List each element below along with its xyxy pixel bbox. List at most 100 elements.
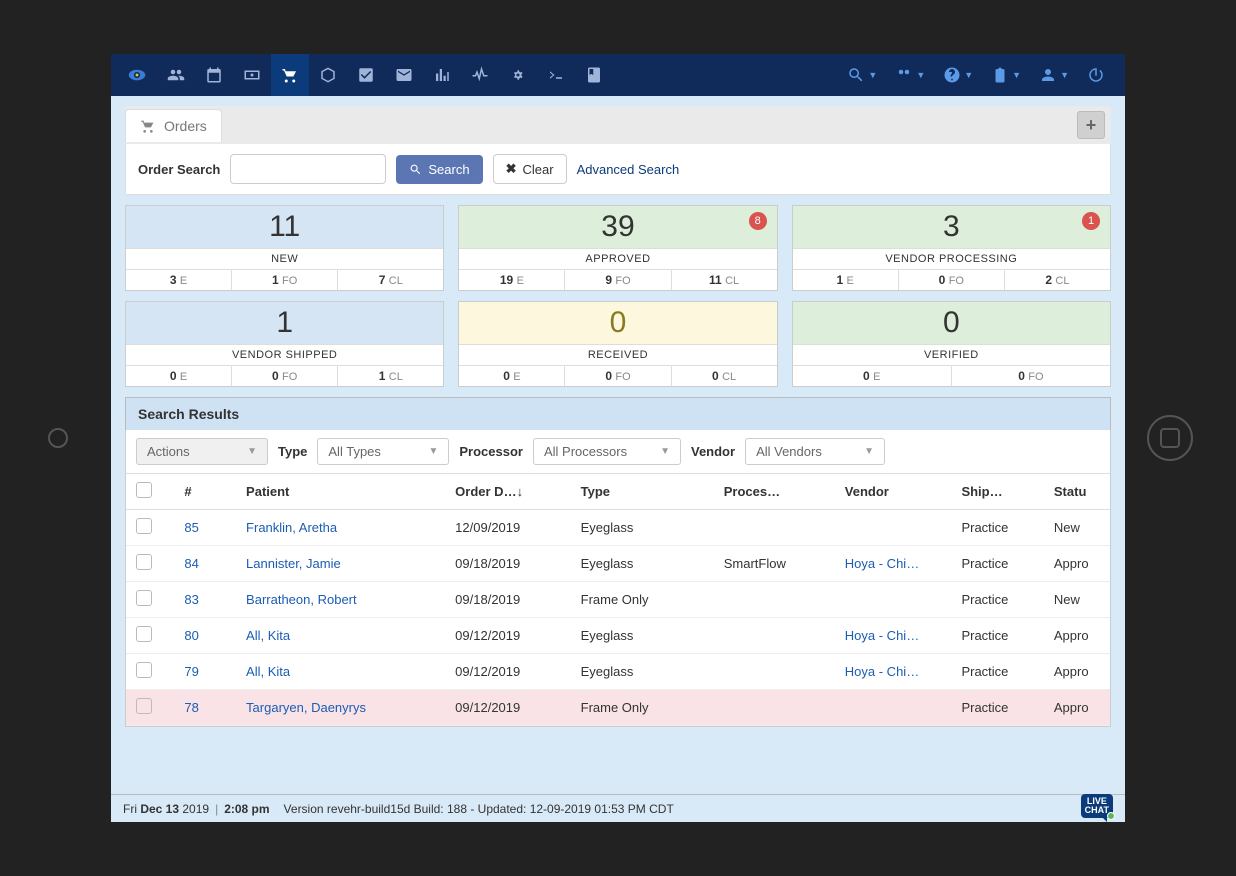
row-checkbox[interactable] <box>136 626 152 642</box>
stat-new[interactable]: 11 NEW 3 E 1 FO 7 CL <box>125 205 444 291</box>
table-row[interactable]: 80All, Kita09/12/2019EyeglassHoya - Chi…… <box>126 618 1110 654</box>
tab-orders[interactable]: Orders <box>125 109 222 142</box>
footer-time: 2:08 pm <box>224 802 269 816</box>
nav-messages-icon[interactable] <box>385 54 423 96</box>
nav-terminal-icon[interactable] <box>537 54 575 96</box>
row-ship: Practice <box>951 690 1043 726</box>
row-checkbox[interactable] <box>136 554 152 570</box>
tabs-row: Orders + <box>125 106 1111 144</box>
row-number[interactable]: 83 <box>174 582 236 618</box>
results-table: # Patient Order D…↓ Type Proces… Vendor … <box>126 474 1110 726</box>
table-row[interactable]: 84Lannister, Jamie09/18/2019EyeglassSmar… <box>126 546 1110 582</box>
tablet-home-button[interactable] <box>1147 415 1193 461</box>
row-number[interactable]: 80 <box>174 618 236 654</box>
row-checkbox[interactable] <box>136 590 152 606</box>
row-type: Eyeglass <box>571 654 714 690</box>
stat-vendor-shipped[interactable]: 1 VENDOR SHIPPED 0 E 0 FO 1 CL <box>125 301 444 387</box>
row-type: Eyeglass <box>571 618 714 654</box>
vendor-dropdown[interactable]: All Vendors▼ <box>745 438 885 465</box>
stat-approved[interactable]: 8 39 APPROVED 19 E 9 FO 11 CL <box>458 205 777 291</box>
tablet-frame: ▼ ▼ ▼ ▼ ▼ Orders + Order Search <box>20 20 1216 856</box>
advanced-search-link[interactable]: Advanced Search <box>577 162 680 177</box>
col-processor[interactable]: Proces… <box>714 474 835 510</box>
stat-vendor-processing[interactable]: 1 3 VENDOR PROCESSING 1 E 0 FO 2 CL <box>792 205 1111 291</box>
close-icon: ✖ <box>506 161 517 177</box>
stat-received[interactable]: 0 RECEIVED 0 E 0 FO 0 CL <box>458 301 777 387</box>
row-patient[interactable]: Lannister, Jamie <box>236 546 445 582</box>
type-dropdown[interactable]: All Types▼ <box>317 438 449 465</box>
row-ship: Practice <box>951 582 1043 618</box>
row-vendor[interactable]: Hoya - Chi… <box>835 654 952 690</box>
row-patient[interactable]: Targaryen, Daenyrys <box>236 690 445 726</box>
col-checkbox[interactable] <box>126 474 174 510</box>
row-patient[interactable]: All, Kita <box>236 618 445 654</box>
topbar-users-icon[interactable]: ▼ <box>889 54 931 96</box>
add-tab-button[interactable]: + <box>1077 111 1105 139</box>
row-status: Appro <box>1044 618 1110 654</box>
cart-icon <box>140 118 156 134</box>
col-type[interactable]: Type <box>571 474 714 510</box>
nav-reports-icon[interactable] <box>423 54 461 96</box>
topbar-clipboard-icon[interactable]: ▼ <box>985 54 1027 96</box>
table-row[interactable]: 83Barratheon, Robert09/18/2019Frame Only… <box>126 582 1110 618</box>
row-number[interactable]: 79 <box>174 654 236 690</box>
row-vendor[interactable]: Hoya - Chi… <box>835 618 952 654</box>
table-row[interactable]: 85Franklin, Aretha12/09/2019EyeglassPrac… <box>126 510 1110 546</box>
row-patient[interactable]: Barratheon, Robert <box>236 582 445 618</box>
topbar-power-icon[interactable] <box>1081 54 1111 96</box>
topbar-user-icon[interactable]: ▼ <box>1033 54 1075 96</box>
tablet-camera <box>48 428 68 448</box>
search-label: Order Search <box>138 162 220 177</box>
col-patient[interactable]: Patient <box>236 474 445 510</box>
col-vendor[interactable]: Vendor <box>835 474 952 510</box>
nav-orders-icon[interactable] <box>271 54 309 96</box>
stats-row-1: 11 NEW 3 E 1 FO 7 CL 8 39 APPROVED 19 E … <box>125 205 1111 291</box>
row-type: Eyeglass <box>571 546 714 582</box>
row-processor <box>714 654 835 690</box>
tab-label: Orders <box>164 118 207 134</box>
row-processor <box>714 510 835 546</box>
nav-docs-icon[interactable] <box>575 54 613 96</box>
nav-settings-icon[interactable] <box>499 54 537 96</box>
table-row[interactable]: 79All, Kita09/12/2019EyeglassHoya - Chi…… <box>126 654 1110 690</box>
nav-calendar-icon[interactable] <box>195 54 233 96</box>
nav-health-icon[interactable] <box>461 54 499 96</box>
row-vendor <box>835 510 952 546</box>
topbar: ▼ ▼ ▼ ▼ ▼ <box>111 54 1125 96</box>
search-button[interactable]: Search <box>396 155 482 184</box>
row-type: Frame Only <box>571 582 714 618</box>
row-number[interactable]: 78 <box>174 690 236 726</box>
col-status[interactable]: Statu <box>1044 474 1110 510</box>
processor-dropdown[interactable]: All Processors▼ <box>533 438 681 465</box>
results-panel: Actions▼ Type All Types▼ Processor All P… <box>125 430 1111 727</box>
topbar-right: ▼ ▼ ▼ ▼ ▼ <box>841 54 1119 96</box>
app-logo[interactable] <box>117 66 157 84</box>
topbar-search-icon[interactable]: ▼ <box>841 54 883 96</box>
stat-verified[interactable]: 0 VERIFIED 0 E 0 FO <box>792 301 1111 387</box>
nav-inventory-icon[interactable] <box>309 54 347 96</box>
row-patient[interactable]: All, Kita <box>236 654 445 690</box>
row-number[interactable]: 84 <box>174 546 236 582</box>
row-checkbox[interactable] <box>136 518 152 534</box>
vendor-badge: 1 <box>1082 212 1100 230</box>
col-ship[interactable]: Ship… <box>951 474 1043 510</box>
row-checkbox[interactable] <box>136 698 152 714</box>
row-date: 09/12/2019 <box>445 690 570 726</box>
main-nav <box>157 54 613 96</box>
order-search-input[interactable] <box>230 154 386 184</box>
col-order-date[interactable]: Order D…↓ <box>445 474 570 510</box>
clear-button[interactable]: ✖ Clear <box>493 154 567 184</box>
table-row[interactable]: 78Targaryen, Daenyrys09/12/2019Frame Onl… <box>126 690 1110 726</box>
nav-tasks-icon[interactable] <box>347 54 385 96</box>
topbar-help-icon[interactable]: ▼ <box>937 54 979 96</box>
row-patient[interactable]: Franklin, Aretha <box>236 510 445 546</box>
col-number[interactable]: # <box>174 474 236 510</box>
nav-billing-icon[interactable] <box>233 54 271 96</box>
row-number[interactable]: 85 <box>174 510 236 546</box>
row-vendor[interactable]: Hoya - Chi… <box>835 546 952 582</box>
actions-dropdown[interactable]: Actions▼ <box>136 438 268 465</box>
live-chat-button[interactable]: LIVECHAT <box>1081 794 1113 818</box>
nav-patients-icon[interactable] <box>157 54 195 96</box>
row-checkbox[interactable] <box>136 662 152 678</box>
app-screen: ▼ ▼ ▼ ▼ ▼ Orders + Order Search <box>111 54 1125 822</box>
